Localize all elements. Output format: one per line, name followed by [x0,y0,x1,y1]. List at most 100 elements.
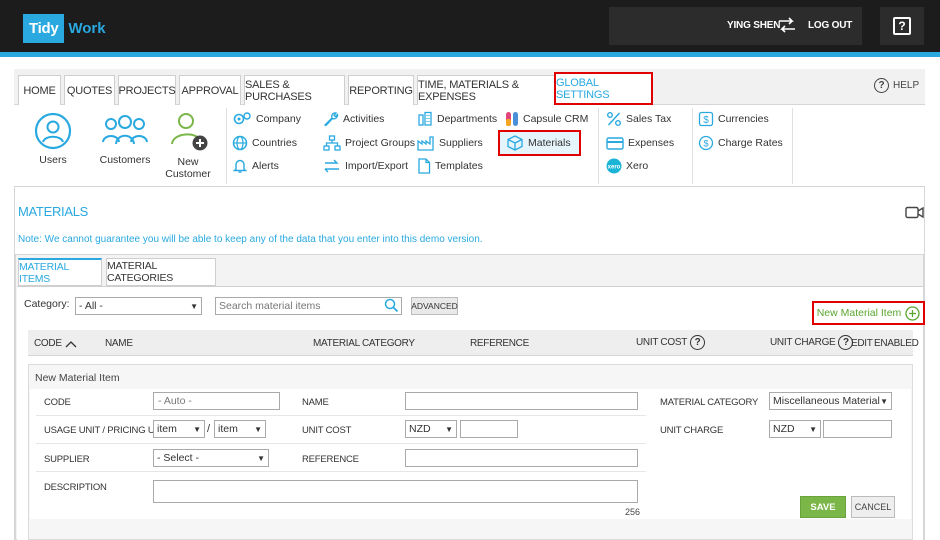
settings-templates[interactable]: Templates [417,158,483,174]
search-input[interactable]: Search material items [215,297,402,315]
reference-input[interactable] [405,449,638,467]
settings-capsule-crm[interactable]: Capsule CRM [505,111,588,127]
description-textarea[interactable] [153,480,638,503]
cancel-button[interactable]: CANCEL [851,496,895,518]
logout-link[interactable]: LOG OUT [808,20,852,31]
settings-project-groups[interactable]: Project Groups [323,135,415,151]
chevron-down-icon: ▼ [809,424,817,434]
settings-customers[interactable]: Customers [98,112,152,166]
chevron-down-icon: ▼ [880,396,888,406]
settings-expenses[interactable]: Expenses [606,135,674,151]
code-input[interactable]: - Auto - [153,392,280,410]
settings-users[interactable]: Users [30,112,76,166]
new-material-item-label: New Material Item [816,307,902,319]
tab-material-items[interactable]: MATERIAL ITEMS [18,258,102,286]
usage-unit-select[interactable]: item ▼ [153,420,205,438]
tab-quotes[interactable]: QUOTES [64,75,115,105]
unit-cost-input[interactable] [460,420,518,438]
help-panel[interactable]: ? [880,7,924,45]
settings-import-export[interactable]: Import/Export [323,158,408,174]
save-button[interactable]: SAVE [800,496,846,518]
settings-departments[interactable]: Departments [417,111,497,127]
charge-currency-select[interactable]: NZD ▼ [769,420,821,438]
help-circle-icon: ? [874,78,889,93]
tidywork-logo[interactable]: Tidy Work [23,14,110,43]
new-material-item-button[interactable]: New Material Item [812,301,925,325]
tab-approval[interactable]: APPROVAL [179,75,241,105]
settings-alerts[interactable]: Alerts [232,158,279,174]
category-filter-select[interactable]: - All - ▼ [75,297,202,315]
question-circle-icon[interactable]: ? [690,335,706,350]
settings-company[interactable]: Company [232,111,301,127]
chevron-up-icon [65,340,77,347]
reference-label: REFERENCE [302,454,359,465]
cost-currency-value: NZD [409,423,431,435]
usage-unit-value: item [157,423,177,435]
material-category-label: MATERIAL CATEGORY [660,397,759,408]
settings-new-customer[interactable]: New Customer [164,110,212,180]
material-category-select[interactable]: Miscellaneous Materials ▼ [769,392,892,410]
users-group-icon [102,115,148,145]
advanced-button[interactable]: ADVANCED [411,297,458,315]
chevron-down-icon: ▼ [257,453,265,463]
import-export-label: Import/Export [345,160,409,172]
document-icon [418,158,431,174]
pricing-unit-select[interactable]: item ▼ [214,420,266,438]
settings-currencies[interactable]: $ Currencies [698,111,769,127]
question-box-icon[interactable]: ? [893,17,911,35]
column-enabled: ENABLED [874,338,919,349]
tab-projects[interactable]: PROJECTS [118,75,176,105]
form-title: New Material Item [35,372,120,384]
supplier-select[interactable]: - Select - ▼ [153,449,269,467]
name-input[interactable] [405,392,638,410]
unit-charge-input[interactable] [823,420,892,438]
row-divider [36,415,646,416]
tab-material-categories[interactable]: MATERIAL CATEGORIES [106,258,216,286]
settings-countries[interactable]: Countries [232,135,297,151]
row-divider [36,443,646,444]
logout-arrows-icon[interactable] [777,17,797,36]
settings-suppliers[interactable]: Suppliers [417,135,483,151]
user-name[interactable]: YING SHEN [727,20,780,31]
suppliers-label: Suppliers [439,137,483,149]
xero-icon: xero [606,158,622,174]
charge-currency-value: NZD [773,423,795,435]
column-unit-cost-label: UNIT COST [636,337,688,348]
help-link[interactable]: ? HELP [874,78,919,93]
tab-reporting[interactable]: REPORTING [348,75,414,105]
page-title: MATERIALS [18,204,89,219]
tab-home[interactable]: HOME [18,75,61,105]
svg-text:$: $ [703,115,709,126]
sales-tax-label: Sales Tax [626,113,672,125]
settings-materials[interactable]: Materials [498,130,581,156]
svg-text:$: $ [703,139,708,149]
logo-work: Work [68,20,106,37]
hierarchy-icon [323,135,341,151]
column-name[interactable]: NAME [105,338,133,349]
tab-time-materials-expenses[interactable]: TIME, MATERIALS & EXPENSES [417,75,555,105]
chevron-down-icon: ▼ [193,424,201,434]
tab-sales-purchases[interactable]: SALES & PURCHASES [244,75,345,105]
video-camera-icon[interactable] [905,206,924,222]
column-reference[interactable]: REFERENCE [470,338,529,349]
settings-sales-tax[interactable]: Sales Tax [606,111,671,127]
divider [598,108,599,184]
settings-xero[interactable]: xero Xero [606,158,648,174]
user-circle-icon [34,112,72,150]
column-code[interactable]: CODE [34,338,77,349]
cost-currency-select[interactable]: NZD ▼ [405,420,457,438]
column-unit-cost[interactable]: UNIT COST ? [636,335,706,350]
gears-icon [233,112,251,125]
wrench-icon [323,112,339,127]
magnifier-icon[interactable] [384,298,399,316]
new-customer-label-2: Customer [165,168,211,180]
settings-charge-rates[interactable]: $ Charge Rates [698,135,783,151]
dollar-circle-icon: $ [698,135,714,151]
settings-activities[interactable]: Activities [323,111,384,127]
supplier-label: SUPPLIER [44,454,90,465]
users-label: Users [39,154,67,166]
column-unit-charge[interactable]: UNIT CHARGE ? [770,335,854,350]
column-material-category[interactable]: MATERIAL CATEGORY [313,338,415,349]
templates-label: Templates [435,160,483,172]
tab-global-settings[interactable]: GLOBAL SETTINGS [554,72,653,105]
